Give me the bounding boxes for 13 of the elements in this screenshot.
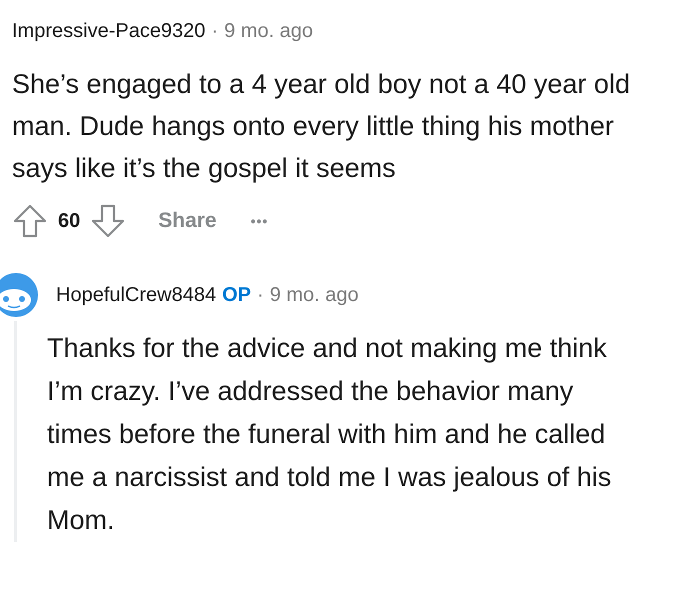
username[interactable]: HopefulCrew8484 (56, 284, 216, 306)
avatar-icon (0, 273, 38, 317)
separator-dot: · (211, 20, 218, 43)
vote-count: 60 (58, 210, 80, 232)
comment-text: Thanks for the advice and not making me think I’m crazy. I’ve addressed the behavior many times before the funeral with him and he called me a narcissist and told me I was jealous of his Mom. (47, 332, 612, 537)
timestamp: 9 mo. ago (270, 284, 359, 306)
comment-text: She’s engaged to a 4 year old boy not a 40 year old man. Dude hangs onto every little thing his mother says like it’s the gospel it seems (12, 68, 631, 185)
upvote-icon[interactable] (12, 203, 48, 239)
separator-dot: · (257, 284, 264, 306)
op-label: OP (222, 284, 252, 306)
downvote-icon[interactable] (90, 203, 126, 239)
username[interactable]: Impressive-Pace9320 (12, 20, 206, 43)
timestamp: 9 mo. ago (224, 20, 314, 43)
